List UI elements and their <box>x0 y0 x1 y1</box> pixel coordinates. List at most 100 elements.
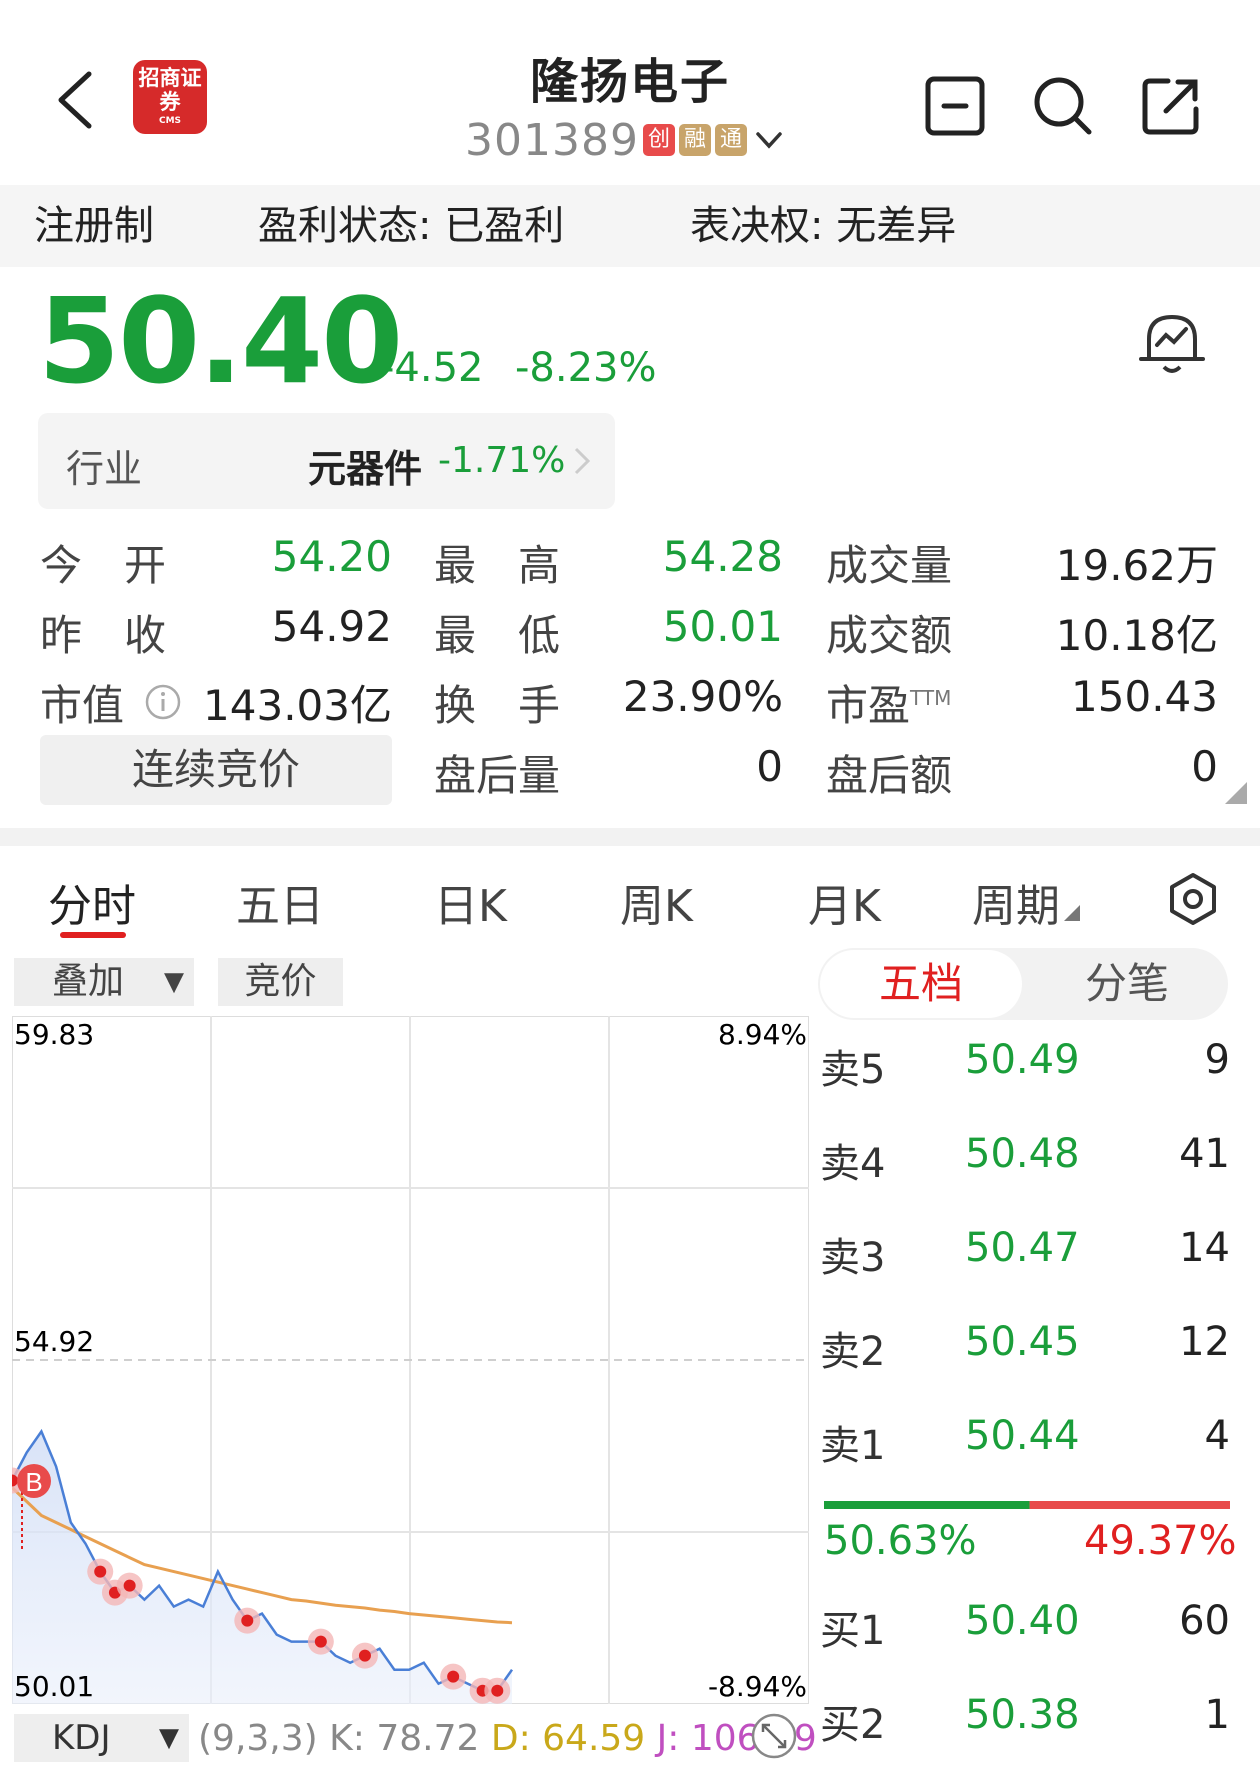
overlay-label: 叠加 <box>52 961 125 1002</box>
industry-card[interactable]: 行业 元器件 -1.71% <box>38 413 615 509</box>
tab-daily-k[interactable]: 日K <box>434 870 507 934</box>
tab-five-day[interactable]: 五日 <box>236 870 324 934</box>
continuous-auction-badge: 连续竞价 <box>40 735 392 805</box>
price-alert-bell-icon[interactable] <box>1135 305 1209 379</box>
current-price: 50.40 <box>38 272 403 410</box>
stat-value-open: 54.20 <box>271 532 392 581</box>
header-bar: 招商证券 CMS 隆扬电子 301389 创 融 通 <box>0 0 1260 185</box>
stat-label-volume: 成交量 <box>826 541 953 590</box>
brand-logo-text: 招商证券 <box>138 66 202 114</box>
ask-label: 卖2 <box>820 1329 886 1375</box>
ask-row[interactable]: 卖4 50.48 41 <box>820 1131 1230 1191</box>
ask-volume: 12 <box>1179 1319 1230 1365</box>
buy-ratio: 50.63% <box>824 1518 977 1564</box>
stat-value-volume: 19.62万 <box>1055 541 1218 590</box>
tab-five-levels[interactable]: 五档 <box>820 950 1022 1018</box>
trade-point <box>123 1579 136 1592</box>
kdj-d: D: 64.59 <box>490 1718 646 1759</box>
chevron-down-icon[interactable] <box>755 126 783 154</box>
profit-status-label: 盈利状态: 已盈利 <box>258 203 565 249</box>
ask-label: 卖4 <box>820 1141 886 1187</box>
brand-logo-sub: CMS <box>158 116 182 126</box>
tab-intraday[interactable]: 分时 <box>48 870 136 934</box>
ask-row[interactable]: 卖1 50.44 4 <box>820 1413 1230 1473</box>
y-tick-prev-close: 54.92 <box>14 1325 94 1358</box>
bid-row[interactable]: 买1 50.40 60 <box>820 1598 1230 1658</box>
ask-price: 50.44 <box>965 1413 1080 1459</box>
trade-point <box>447 1670 460 1683</box>
tab-tick-by-tick[interactable]: 分笔 <box>1028 950 1226 1018</box>
info-icon[interactable] <box>144 683 182 721</box>
stat-value-after-hours-volume: 0 <box>756 742 783 791</box>
indicator-name: KDJ <box>52 1718 111 1758</box>
ask-price: 50.47 <box>965 1225 1080 1271</box>
stat-label-low: 最 低 <box>434 611 561 660</box>
trade-point <box>358 1649 371 1662</box>
ask-price: 50.49 <box>965 1037 1080 1083</box>
stat-label-pe: 市盈TTM <box>826 672 951 733</box>
bid-price: 50.40 <box>965 1598 1080 1644</box>
tab-weekly-k[interactable]: 周K <box>620 870 693 934</box>
ask-volume: 41 <box>1179 1131 1230 1177</box>
voting-rights-label: 表决权: 无差异 <box>690 203 957 249</box>
ask-volume: 4 <box>1204 1413 1230 1459</box>
y-tick-pct-low: -8.94% <box>708 1670 807 1703</box>
stat-value-pe: 150.43 <box>1071 672 1218 721</box>
ask-row[interactable]: 卖3 50.47 14 <box>820 1225 1230 1285</box>
trade-point <box>241 1614 254 1627</box>
tab-monthly-k[interactable]: 月K <box>808 870 881 934</box>
stock-name: 隆扬电子 <box>529 54 730 110</box>
bid-row[interactable]: 买2 50.38 1 <box>820 1692 1230 1752</box>
fullscreen-expand-icon[interactable] <box>750 1712 798 1760</box>
price-change-pct: -8.23% <box>515 345 657 391</box>
expand-corner-icon[interactable] <box>1225 782 1247 804</box>
tag-rong: 融 <box>678 124 711 156</box>
y-tick-low: 50.01 <box>14 1670 94 1703</box>
back-arrow-icon[interactable] <box>55 70 95 130</box>
chevron-right-icon <box>574 447 591 475</box>
overlay-dropdown[interactable]: 叠加 ▼ <box>14 958 194 1006</box>
stat-label-market-cap: 市值 <box>40 681 125 730</box>
trade-point <box>314 1635 327 1648</box>
stat-value-market-cap: 143.03亿 <box>203 681 392 730</box>
industry-name: 元器件 <box>308 447 423 491</box>
ask-label: 卖5 <box>820 1047 886 1093</box>
bid-volume: 60 <box>1179 1598 1230 1644</box>
stat-label-high: 最 高 <box>434 541 561 590</box>
info-strip: 注册制 盈利状态: 已盈利 表决权: 无差异 <box>0 185 1260 267</box>
auction-button[interactable]: 竞价 <box>218 958 343 1006</box>
stat-label-after-hours-amount: 盘后额 <box>826 751 953 800</box>
sell-ratio: 49.37% <box>1084 1518 1237 1564</box>
registration-label: 注册制 <box>34 203 154 249</box>
stat-label-prev-close: 昨 收 <box>40 611 167 660</box>
bid-volume: 1 <box>1204 1692 1230 1738</box>
active-tab-indicator <box>60 932 126 938</box>
settings-icon[interactable] <box>1168 872 1218 926</box>
search-icon[interactable] <box>1032 75 1094 137</box>
ask-label: 卖3 <box>820 1235 886 1281</box>
stat-value-low: 50.01 <box>662 602 783 651</box>
y-tick-pct-high: 8.94% <box>718 1018 807 1051</box>
share-icon[interactable] <box>1140 75 1202 137</box>
trade-point <box>491 1684 504 1697</box>
ask-label: 卖1 <box>820 1423 886 1469</box>
y-tick-high: 59.83 <box>14 1018 94 1051</box>
stat-label-turnover-amount: 成交额 <box>826 611 953 660</box>
ask-price: 50.48 <box>965 1131 1080 1177</box>
stock-code-row[interactable]: 301389 创 融 通 <box>465 112 783 168</box>
ask-row[interactable]: 卖2 50.45 12 <box>820 1319 1230 1379</box>
stat-value-turnover-amount: 10.18亿 <box>1055 611 1218 660</box>
stat-value-high: 54.28 <box>662 532 783 581</box>
stat-label-after-hours-volume: 盘后量 <box>434 751 561 800</box>
stat-value-after-hours-amount: 0 <box>1191 742 1218 791</box>
intraday-chart[interactable]: B 59.83 54.92 50.01 8.94% -8.94% <box>12 1016 809 1704</box>
ask-row[interactable]: 卖5 50.49 9 <box>820 1037 1230 1097</box>
caret-down-icon: ▼ <box>164 967 184 997</box>
price-change: -4.52 <box>380 345 484 391</box>
buy-sell-ratio-bar <box>824 1501 1230 1509</box>
tab-period[interactable]: 周期 <box>972 870 1080 934</box>
minus-box-icon[interactable] <box>924 75 986 137</box>
indicator-dropdown[interactable]: KDJ ▼ <box>14 1714 189 1762</box>
stock-code: 301389 <box>465 114 639 166</box>
bid-label: 买2 <box>820 1702 886 1748</box>
